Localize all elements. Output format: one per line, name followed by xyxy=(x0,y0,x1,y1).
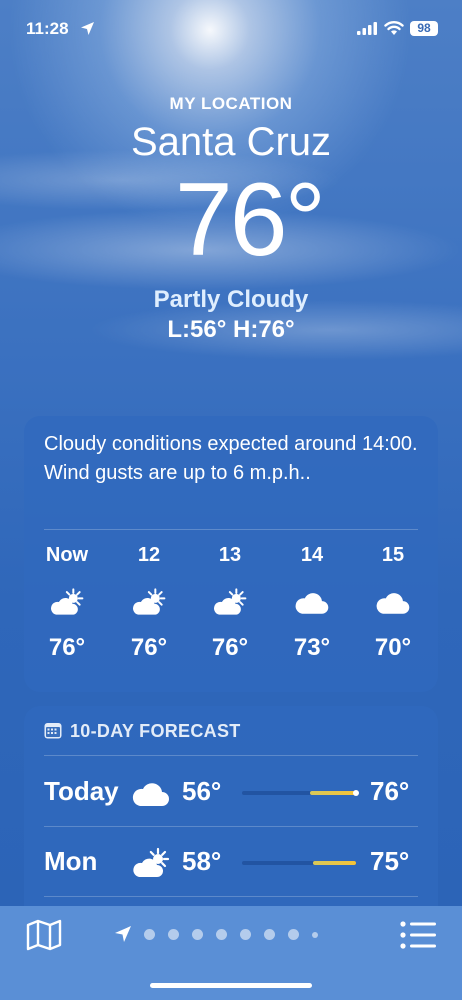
cloud-icon xyxy=(293,586,331,618)
partly-sunny-icon xyxy=(211,586,249,618)
forecast-summary: Cloudy conditions expected around 14:00.… xyxy=(44,433,418,484)
list-icon[interactable] xyxy=(400,921,436,949)
current-location-page-icon xyxy=(115,926,131,942)
battery-indicator: 98 xyxy=(410,21,438,36)
forecast-title: 10-DAY FORECAST xyxy=(70,721,241,741)
city-name: Santa Cruz xyxy=(130,120,332,164)
hour-temperature: 70° xyxy=(374,634,412,661)
hourly-item: 15 70° xyxy=(360,544,426,662)
card-divider xyxy=(44,529,418,530)
cloud-icon xyxy=(130,776,172,810)
card-divider xyxy=(44,896,418,897)
hour-temperature: 76° xyxy=(48,634,86,661)
low-temperature: 56° xyxy=(182,776,222,806)
hourly-forecast-card[interactable]: Cloudy conditions expected around 14:00.… xyxy=(24,416,438,692)
page-dot[interactable] xyxy=(264,929,275,940)
temperature-range-fill xyxy=(310,791,356,795)
forecast-day-row[interactable]: Mon 58° 75° xyxy=(24,832,438,892)
hour-label: 12 xyxy=(137,544,161,566)
hour-label: 14 xyxy=(300,544,324,566)
partly-sunny-icon xyxy=(130,586,168,618)
low-temperature: 58° xyxy=(182,846,222,876)
high-temperature: 76° xyxy=(370,776,410,806)
condition-text: Partly Cloudy xyxy=(153,286,309,313)
cellular-signal-icon xyxy=(357,22,377,35)
page-dot[interactable] xyxy=(288,929,299,940)
page-dot[interactable] xyxy=(192,929,203,940)
home-indicator[interactable] xyxy=(150,983,312,988)
hour-label: Now xyxy=(45,544,89,566)
hour-temperature: 73° xyxy=(293,634,331,661)
wifi-icon xyxy=(384,21,404,35)
calendar-icon xyxy=(44,723,62,739)
hour-label: 15 xyxy=(381,544,405,566)
hour-temperature: 76° xyxy=(130,634,168,661)
current-temp-marker xyxy=(353,790,359,796)
location-label: MY LOCATION xyxy=(169,94,293,113)
temperature-range-fill xyxy=(312,861,356,865)
forecast-day-row[interactable]: Today 56° 76° xyxy=(24,762,438,822)
temperature-range-bar xyxy=(242,861,356,865)
status-time: 11:28 xyxy=(26,19,69,38)
day-name: Mon xyxy=(44,846,98,876)
hourly-item: Now 76° xyxy=(34,544,100,662)
card-divider xyxy=(44,755,418,756)
hourly-item: 13 76° xyxy=(197,544,263,662)
hourly-item: 14 73° xyxy=(279,544,345,662)
hour-label: 13 xyxy=(218,544,242,566)
cloud-icon xyxy=(374,586,412,618)
page-dot[interactable] xyxy=(312,932,318,938)
page-dot[interactable] xyxy=(216,929,227,940)
partly-sunny-icon xyxy=(130,846,172,880)
hour-temperature: 76° xyxy=(211,634,249,661)
page-dot[interactable] xyxy=(240,929,251,940)
low-high-text: L:56° H:76° xyxy=(167,316,295,343)
temperature-range-bar xyxy=(242,790,359,796)
location-arrow-icon xyxy=(81,22,94,35)
day-name: Today xyxy=(44,776,119,806)
page-indicator[interactable] xyxy=(114,924,354,944)
card-divider xyxy=(44,826,418,827)
partly-sunny-icon xyxy=(48,586,86,618)
hourly-item: 12 76° xyxy=(116,544,182,662)
current-temperature: 76° xyxy=(174,162,326,278)
page-dot[interactable] xyxy=(144,929,155,940)
map-icon[interactable] xyxy=(26,919,62,951)
high-temperature: 75° xyxy=(370,846,410,876)
page-dot[interactable] xyxy=(168,929,179,940)
